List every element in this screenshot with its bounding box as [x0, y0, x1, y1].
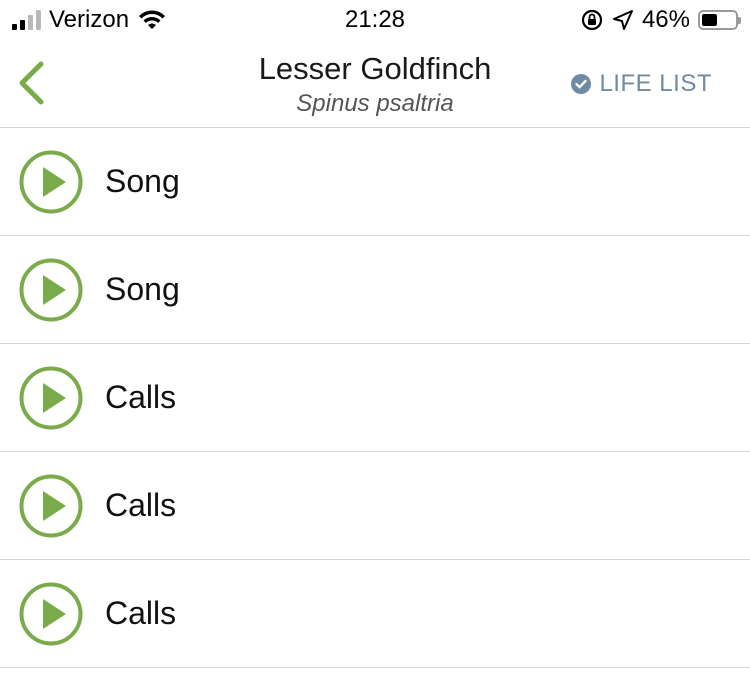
play-icon[interactable] [19, 474, 83, 538]
status-right: 46% [580, 6, 741, 34]
battery-percent: 46% [641, 6, 690, 33]
list-item[interactable]: Calls [0, 344, 750, 452]
play-icon[interactable] [19, 150, 83, 214]
location-icon [612, 10, 633, 30]
list-item[interactable]: Calls [0, 560, 750, 668]
life-list-button[interactable]: LIFE LIST [571, 70, 712, 98]
battery-icon [698, 10, 741, 30]
page-subtitle: Spinus psaltria [296, 90, 454, 117]
play-icon[interactable] [19, 366, 83, 430]
life-list-label: LIFE LIST [599, 70, 712, 97]
check-circle-icon [571, 74, 592, 94]
orientation-lock-icon [581, 9, 603, 31]
list-item[interactable]: Song [0, 128, 750, 236]
battery-fill [702, 14, 717, 26]
recording-label: Calls [105, 595, 177, 631]
recording-label: Calls [105, 379, 177, 415]
recording-label: Song [105, 163, 180, 199]
title-block: Lesser Goldfinch Spinus psaltria [150, 50, 600, 120]
recordings-list: Song Song Calls Calls Calls [0, 128, 750, 668]
recording-label: Calls [105, 487, 177, 523]
nav-bar: Lesser Goldfinch Spinus psaltria LIFE LI… [0, 40, 750, 128]
page-title: Lesser Goldfinch [258, 51, 492, 86]
status-bar: Verizon 21:28 46% [0, 0, 750, 40]
play-icon[interactable] [19, 582, 83, 646]
list-item[interactable]: Song [0, 236, 750, 344]
recording-label: Song [105, 271, 180, 307]
play-icon[interactable] [19, 258, 83, 322]
chevron-left-icon[interactable] [14, 60, 48, 106]
list-item[interactable]: Calls [0, 452, 750, 560]
